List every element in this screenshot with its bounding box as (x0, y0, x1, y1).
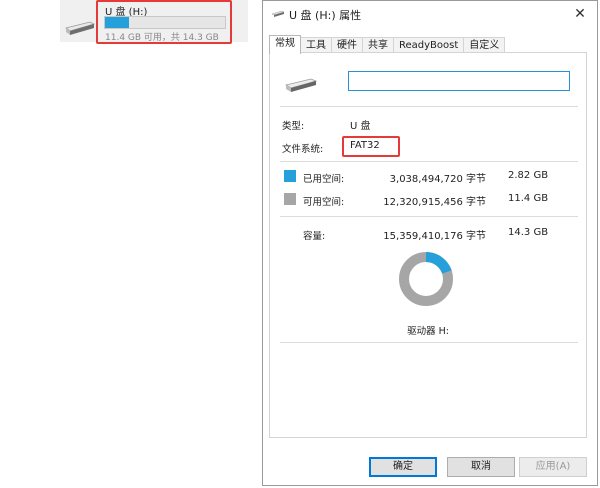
free-space-bytes: 12,320,915,456 字节 (383, 197, 486, 208)
type-label: 类型: (282, 121, 305, 132)
properties-dialog: U 盘 (H:) 属性 ✕ 常规 工具 硬件 共享 ReadyBoost 自定义… (262, 0, 598, 486)
tab-general[interactable]: 常规 (269, 35, 301, 54)
separator (280, 342, 578, 343)
free-space-label: 可用空间: (303, 197, 345, 208)
volume-label-input[interactable] (348, 71, 570, 91)
dialog-title: U 盘 (H:) 属性 (289, 9, 362, 22)
type-value: U 盘 (350, 121, 371, 132)
capacity-bytes: 15,359,410,176 字节 (383, 231, 486, 242)
drive-usage-bar (104, 16, 226, 29)
free-space-size: 11.4 GB (508, 193, 549, 204)
close-icon: ✕ (574, 6, 586, 22)
usb-drive-icon (284, 78, 318, 92)
filesystem-value: FAT32 (350, 140, 380, 151)
usb-drive-icon (271, 10, 285, 17)
usage-donut-chart (399, 252, 453, 306)
drive-letter-label: 驱动器 H: (407, 326, 449, 337)
close-button[interactable]: ✕ (571, 5, 589, 23)
used-space-size: 2.82 GB (508, 170, 549, 181)
title-bar[interactable]: U 盘 (H:) 属性 ✕ (263, 1, 597, 29)
general-panel: 类型: U 盘 文件系统: FAT32 已用空间: 3,038,494,720 … (269, 52, 587, 438)
drive-usage-fill (105, 17, 129, 28)
ok-button[interactable]: 确定 (369, 457, 437, 477)
separator (280, 161, 578, 162)
drive-summary: 11.4 GB 可用，共 14.3 GB (105, 33, 219, 43)
used-space-bytes: 3,038,494,720 字节 (389, 174, 486, 185)
tab-strip: 常规 工具 硬件 共享 ReadyBoost 自定义 (269, 35, 506, 54)
separator (280, 216, 578, 217)
used-space-swatch (284, 170, 296, 182)
explorer-fragment: U 盘 (H:) 11.4 GB 可用，共 14.3 GB (60, 0, 248, 43)
used-space-label: 已用空间: (303, 174, 345, 185)
filesystem-label: 文件系统: (282, 144, 324, 155)
drive-tile-u[interactable]: U 盘 (H:) 11.4 GB 可用，共 14.3 GB (60, 0, 248, 43)
cancel-button[interactable]: 取消 (447, 457, 515, 477)
separator (280, 106, 578, 107)
free-space-swatch (284, 193, 296, 205)
capacity-label: 容量: (303, 231, 326, 242)
usb-drive-icon (65, 21, 96, 35)
apply-button[interactable]: 应用(A) (519, 457, 587, 477)
capacity-size: 14.3 GB (508, 227, 549, 238)
